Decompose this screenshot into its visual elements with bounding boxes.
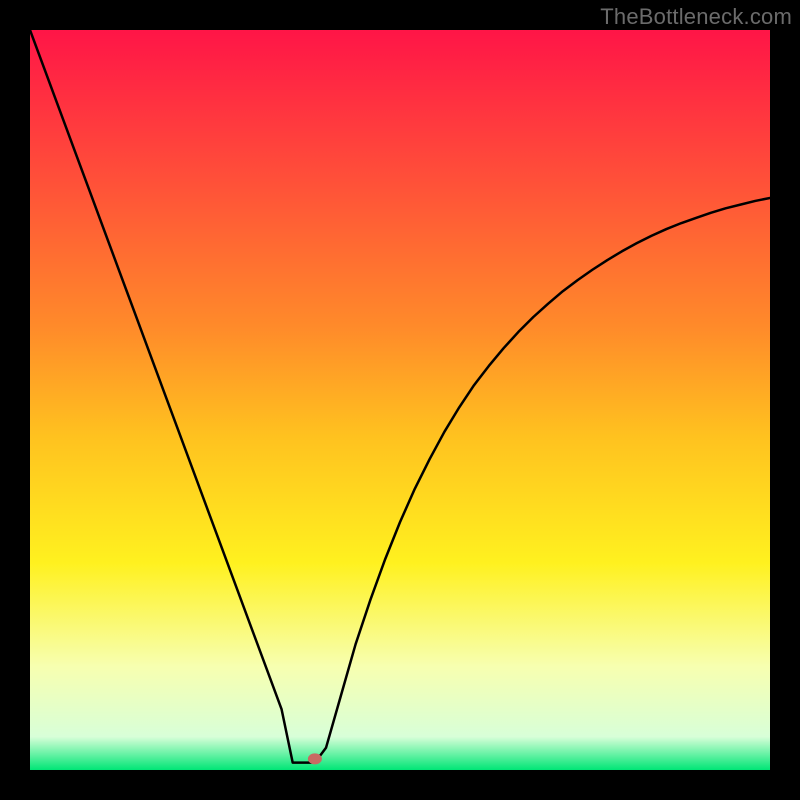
chart-frame: TheBottleneck.com — [0, 0, 800, 800]
optimum-marker — [308, 753, 322, 764]
plot-area — [30, 30, 770, 770]
bottleneck-chart — [30, 30, 770, 770]
watermark-text: TheBottleneck.com — [600, 4, 792, 30]
gradient-background — [30, 30, 770, 770]
